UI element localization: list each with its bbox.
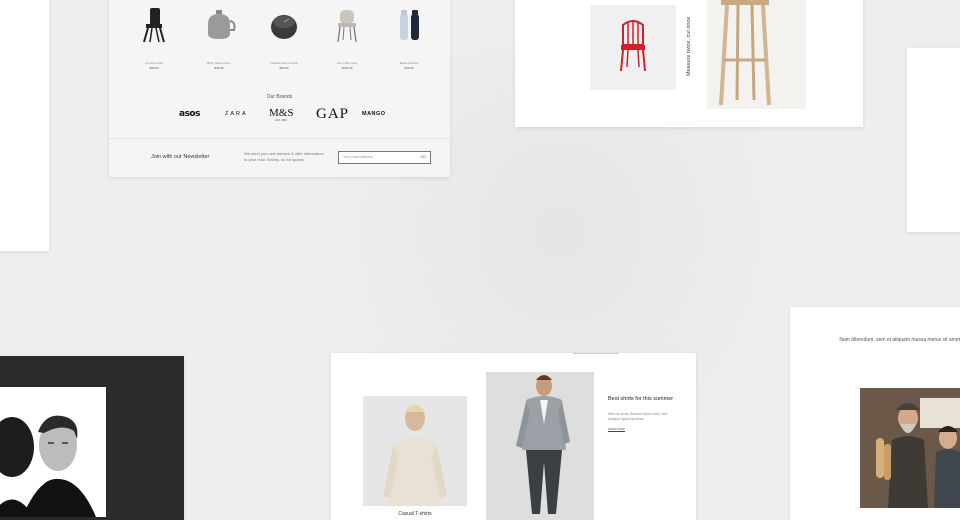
brand-ms-sub: EST. 1884 — [275, 118, 287, 122]
feature-text: Nam at lacus. Aenean dolor nunc, sed tri… — [608, 412, 668, 421]
clock-icon — [271, 15, 297, 39]
bakers-portrait-icon — [860, 388, 960, 508]
product-name: Tumbler Alarm Clock — [270, 61, 298, 65]
shop-now-link[interactable]: SHOP NOW — [608, 427, 625, 432]
newsletter-email-field[interactable]: Your email address GO — [338, 151, 431, 164]
stool-image[interactable] — [707, 0, 806, 109]
photo-caption: Casual T-shirts — [398, 511, 432, 517]
brand-ms-name: M&S — [269, 106, 294, 119]
newsletter-text: We send you new release & offer informat… — [244, 151, 324, 162]
product-name: Bottle Grinder — [399, 61, 419, 65]
vertical-tagline: Measure twice, cut once — [686, 16, 692, 76]
brand-logo-ms[interactable]: M&S EST. 1884 — [269, 106, 293, 122]
product-item[interactable]: Tumbler Alarm Clock $59.00 — [254, 0, 314, 70]
product-item[interactable]: Corona Chair $99.00 — [124, 0, 184, 70]
product-name: Corona Chair — [145, 61, 163, 65]
bakers-card: Nam bibendum, sem et aliquam massa metus… — [790, 307, 960, 520]
stool-card: Measure twice, cut once — [515, 0, 863, 127]
black-chair-icon — [143, 8, 165, 43]
product-item[interactable]: Bitsy Teapot Grey $49.00 — [189, 0, 249, 70]
brand-logo-mango[interactable]: MANGO — [362, 106, 386, 122]
footer-divider — [109, 138, 450, 139]
product-price: $49.00 — [214, 66, 224, 70]
man-in-blazer-icon — [516, 375, 570, 514]
card-left-partial — [0, 0, 49, 251]
product-list: Corona Chair $99.00 Bitsy Teapot Grey $4… — [109, 0, 450, 70]
newsletter-submit-button[interactable]: GO — [421, 155, 426, 159]
two-men-portrait-icon — [0, 415, 96, 517]
man-in-sweater-icon — [383, 405, 447, 506]
red-chair-icon — [620, 20, 646, 72]
product-name: Ace Chair Grey — [336, 61, 358, 65]
teapot-icon — [208, 10, 236, 39]
top-accent-line — [573, 353, 619, 354]
brand-logo-zara[interactable]: ZARA — [225, 106, 248, 122]
brands-title: Our Brands — [266, 94, 293, 100]
tshirt-photo[interactable] — [363, 396, 467, 506]
product-item[interactable]: Bottle Grinder $49.00 — [379, 0, 439, 70]
product-price: $249.00 — [341, 66, 353, 70]
product-name: Bitsy Teapot Grey — [207, 61, 231, 65]
product-price: $59.00 — [279, 66, 289, 70]
newsletter-placeholder: Your email address — [343, 155, 373, 159]
card-right-partial — [907, 48, 960, 232]
product-price: $99.00 — [149, 66, 159, 70]
newsletter-title: Join with our Newsletter — [151, 154, 210, 160]
brand-logo-gap[interactable]: GAP — [316, 106, 349, 122]
product-price: $49.00 — [404, 66, 414, 70]
wooden-stool-icon — [719, 0, 771, 106]
fashion-card: Casual T-shirts Best shirts for this sum… — [331, 353, 696, 520]
grinders-icon — [400, 10, 419, 40]
bakers-text: Nam bibendum, sem et aliquam massa metus… — [839, 337, 960, 343]
red-chair-image[interactable] — [590, 5, 676, 90]
bakers-photo[interactable] — [860, 388, 960, 508]
product-item[interactable]: Ace Chair Grey $249.00 — [317, 0, 377, 70]
brand-logo-asos[interactable]: asos — [179, 106, 200, 122]
feature-title: Best shirts for this summer — [608, 396, 674, 402]
portrait-card — [0, 356, 184, 520]
shop-footer-card: Corona Chair $99.00 Bitsy Teapot Grey $4… — [109, 0, 450, 177]
grey-chair-icon — [337, 10, 357, 43]
portrait-image[interactable] — [0, 387, 106, 517]
suit-photo[interactable] — [486, 372, 594, 520]
